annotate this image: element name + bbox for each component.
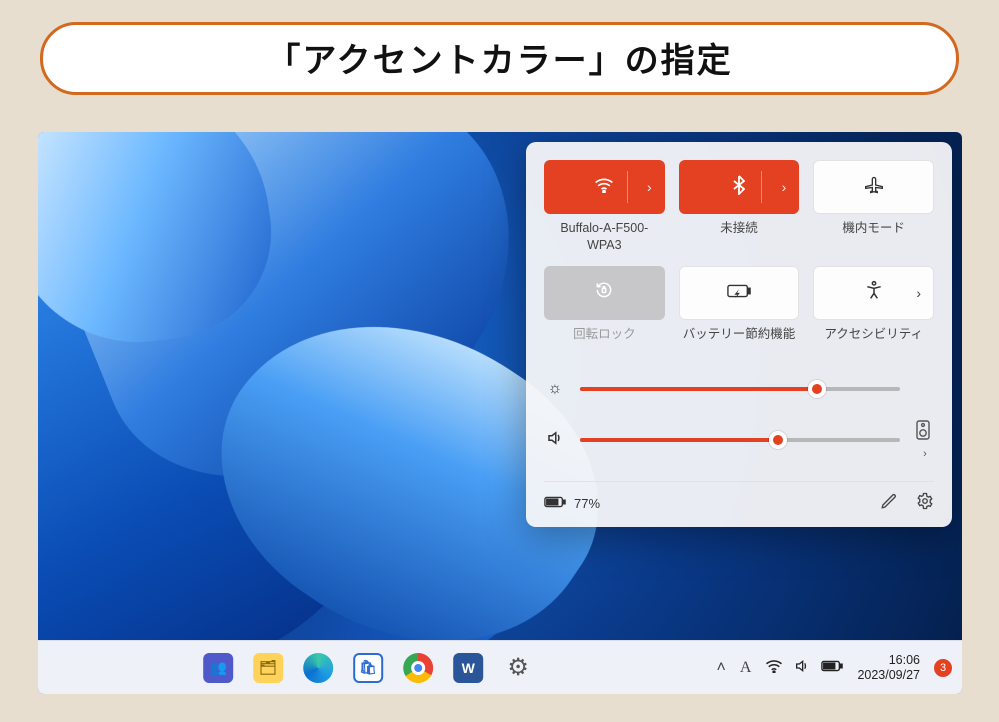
volume-thumb[interactable] bbox=[769, 431, 787, 449]
taskbar-edge-button[interactable] bbox=[297, 647, 339, 689]
brightness-slider-row: ☼ bbox=[544, 380, 934, 398]
quick-settings-panel: › Buffalo-A-F500-WPA3 › 未接続 機内モード回転ロック バッテリー節… bbox=[526, 142, 952, 527]
battery-text: 77% bbox=[574, 496, 600, 511]
settings-icon: ⚙ bbox=[503, 653, 533, 683]
taskbar-start-button[interactable] bbox=[147, 647, 189, 689]
airplane-icon bbox=[863, 175, 885, 200]
chrome-icon bbox=[403, 653, 433, 683]
qs-tile-accessibility: › アクセシビリティ bbox=[813, 266, 934, 358]
qs-tile-wifi: › Buffalo-A-F500-WPA3 bbox=[544, 160, 665, 254]
audio-output-button[interactable]: › bbox=[914, 420, 934, 461]
taskbar-settings-button[interactable]: ⚙ bbox=[497, 647, 539, 689]
qs-button-wifi[interactable]: › bbox=[544, 160, 665, 214]
qs-button-accessibility[interactable]: › bbox=[813, 266, 934, 320]
notification-badge[interactable]: 3 bbox=[934, 659, 952, 677]
battery-tray-icon[interactable] bbox=[821, 660, 843, 675]
taskbar-store-button[interactable]: 🛍 bbox=[347, 647, 389, 689]
brightness-slider[interactable] bbox=[580, 387, 900, 391]
wifi-tray-icon[interactable] bbox=[765, 659, 783, 676]
qs-label-bluetooth: 未接続 bbox=[720, 220, 758, 252]
qs-tile-rotation: 回転ロック bbox=[544, 266, 665, 358]
chevron-right-icon: › bbox=[782, 179, 787, 195]
qs-label-airplane: 機内モード bbox=[842, 220, 905, 252]
bluetooth-icon bbox=[733, 175, 745, 200]
qs-button-bluetooth[interactable]: › bbox=[679, 160, 800, 214]
taskbar-chrome-button[interactable] bbox=[397, 647, 439, 689]
taskbar-teams-button[interactable]: 👥 bbox=[197, 647, 239, 689]
brightness-thumb[interactable] bbox=[808, 380, 826, 398]
qs-button-battery-saver[interactable] bbox=[679, 266, 800, 320]
brightness-icon: ☼ bbox=[544, 380, 566, 398]
quick-settings-footer: 77% bbox=[544, 481, 934, 515]
qs-label-battery-saver: バッテリー節約機能 bbox=[683, 326, 796, 358]
volume-tray-icon[interactable] bbox=[793, 658, 811, 677]
qs-tile-bluetooth: › 未接続 bbox=[679, 160, 800, 254]
tray-overflow-button[interactable]: ˄ bbox=[717, 659, 726, 677]
accessibility-icon bbox=[864, 280, 884, 305]
volume-slider-row: › bbox=[544, 420, 934, 461]
qs-tile-airplane: 機内モード bbox=[813, 160, 934, 254]
qs-button-airplane[interactable] bbox=[813, 160, 934, 214]
chevron-right-icon: › bbox=[916, 285, 921, 301]
battery-icon bbox=[544, 496, 566, 511]
start-icon bbox=[154, 654, 182, 682]
taskbar-word-button[interactable]: W bbox=[447, 647, 489, 689]
page-title: 「アクセントカラー」の指定 bbox=[40, 22, 959, 95]
qs-label-rotation: 回転ロック bbox=[573, 326, 636, 358]
ime-indicator[interactable]: A bbox=[740, 659, 752, 677]
battery-saver-icon bbox=[727, 282, 751, 303]
edit-quick-settings-button[interactable] bbox=[880, 492, 898, 515]
chevron-right-icon: › bbox=[647, 179, 652, 195]
qs-label-wifi: Buffalo-A-F500-WPA3 bbox=[544, 220, 665, 254]
qs-label-accessibility: アクセシビリティ bbox=[824, 326, 923, 358]
settings-button[interactable] bbox=[916, 492, 934, 515]
taskbar: 👥 🗂 🛍 W ⚙ ˄ A 16:06 2023/09/27 3 bbox=[38, 640, 962, 694]
wifi-icon bbox=[594, 177, 614, 198]
explorer-icon: 🗂 bbox=[253, 653, 283, 683]
edge-icon bbox=[303, 653, 333, 683]
teams-icon: 👥 bbox=[203, 653, 233, 683]
rotation-lock-icon bbox=[594, 280, 614, 305]
taskbar-clock[interactable]: 16:06 2023/09/27 bbox=[857, 653, 920, 683]
system-tray[interactable] bbox=[765, 658, 843, 677]
qs-tile-battery-saver: バッテリー節約機能 bbox=[679, 266, 800, 358]
taskbar-explorer-button[interactable]: 🗂 bbox=[247, 647, 289, 689]
word-icon: W bbox=[453, 653, 483, 683]
volume-slider[interactable] bbox=[580, 438, 900, 442]
volume-icon bbox=[544, 429, 566, 452]
store-icon: 🛍 bbox=[353, 653, 383, 683]
desktop-screenshot: › Buffalo-A-F500-WPA3 › 未接続 機内モード回転ロック バッテリー節… bbox=[38, 132, 962, 694]
qs-button-rotation bbox=[544, 266, 665, 320]
